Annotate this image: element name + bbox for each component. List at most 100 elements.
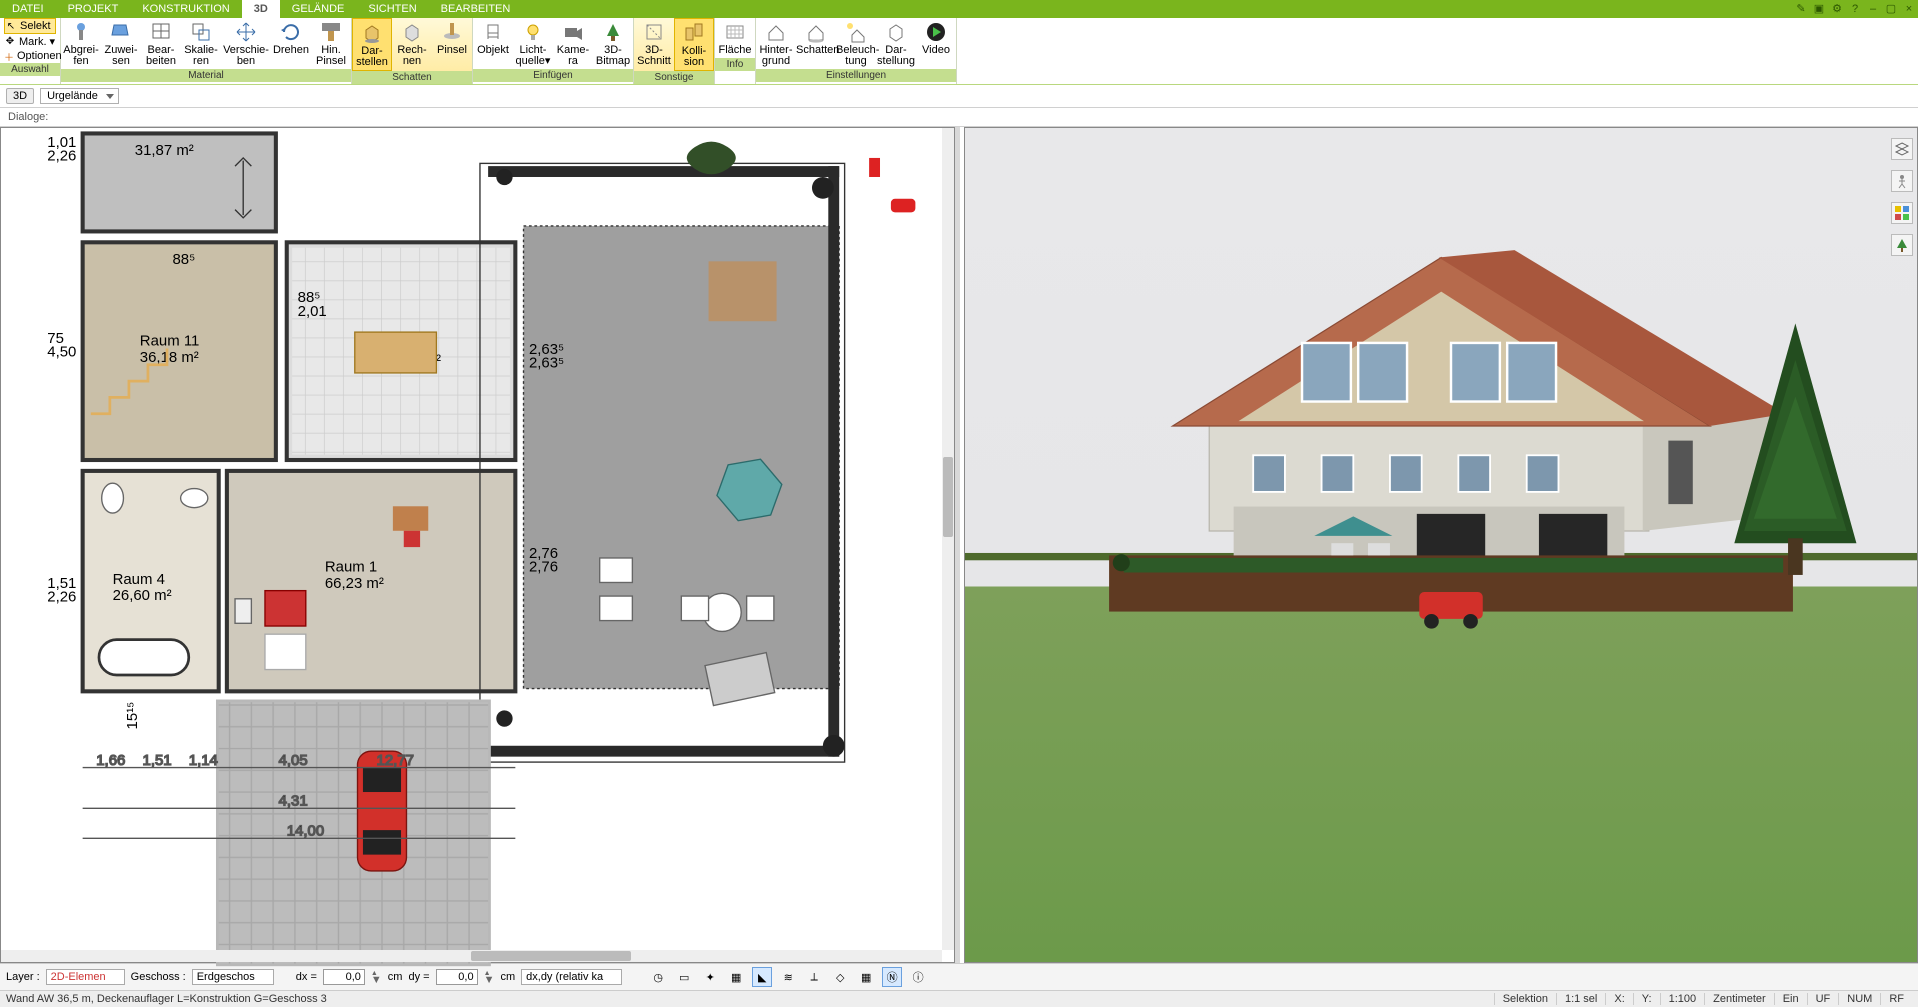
drehen-button[interactable]: Drehen [271,18,311,69]
group-auswahl: ↖Selekt ✥Mark.▾ ＋Optionen Auswahl [0,18,61,84]
layers-icon[interactable] [1891,138,1913,160]
rotate-icon [277,20,305,44]
group-info: Fläche Info [715,18,756,84]
svg-text:4,50: 4,50 [47,344,76,361]
mark-icon: ✥ [4,36,16,48]
svg-text:31,87 m²: 31,87 m² [135,142,194,159]
bitmap-button[interactable]: 3D- Bitmap [593,18,633,69]
walk-icon[interactable] [1891,170,1913,192]
darstellung-button[interactable]: Dar- stellung [876,18,916,69]
svg-text:1,51: 1,51 [143,752,172,769]
svg-text:88⁵: 88⁵ [172,251,195,268]
group-label: Einfügen [473,69,633,82]
svg-text:12,77: 12,77 [377,752,414,769]
selekt-button[interactable]: ↖Selekt [4,18,56,34]
svg-text:1,66: 1,66 [96,752,125,769]
layer-label: Layer : [6,971,40,983]
svg-text:66,23 m²: 66,23 m² [325,575,384,592]
optionen-button[interactable]: ＋Optionen [4,49,56,63]
skalieren-button[interactable]: Skalie- ren [181,18,221,69]
window-icon[interactable]: ▣ [1810,0,1828,18]
group-material: Abgrei- fen Zuwei- sen Bear- beiten Skal… [61,18,352,84]
objekt-button[interactable]: Objekt [473,18,513,69]
hinpinsel-button[interactable]: Hin. Pinsel [311,18,351,69]
group-label: Info [715,58,755,71]
bearbeiten-button[interactable]: Bear- beiten [141,18,181,69]
svg-text:Raum 11: Raum 11 [140,333,200,350]
tab-gelaende[interactable]: GELÄNDE [280,0,357,18]
tab-bearbeiten[interactable]: BEARBEITEN [429,0,523,18]
flaeche-button[interactable]: Fläche [715,18,755,58]
video-button[interactable]: Video [916,18,956,69]
view-select[interactable]: Urgelände [40,88,119,104]
tab-sichten[interactable]: SICHTEN [356,0,428,18]
schatten-button[interactable]: Schatten [796,18,836,69]
group-sonstige: 3D- Schnitt Kolli- sion Sonstige [634,18,715,84]
beleuchtung-button[interactable]: Beleuch- tung [836,18,876,69]
rechnen-button[interactable]: Rech- nen [392,18,432,71]
status-scale: 1:100 [1660,993,1705,1005]
brush-icon [317,20,345,44]
scroll-vertical[interactable] [942,128,954,950]
minimize-icon[interactable]: – [1864,0,1882,18]
shadow-brush-icon [438,20,466,44]
kamera-button[interactable]: Kame- ra [553,18,593,69]
render-icon [882,20,910,44]
section-icon [640,20,668,44]
svg-text:4,05: 4,05 [279,752,308,769]
close-icon[interactable]: × [1900,0,1918,18]
settings-icon[interactable]: ⚙ [1828,0,1846,18]
svg-text:1,14: 1,14 [189,752,218,769]
svg-text:2,01: 2,01 [298,303,327,320]
collision-icon [680,21,708,45]
svg-text:2,26: 2,26 [47,148,76,165]
help-icon[interactable]: ? [1846,0,1864,18]
lichtquelle-button[interactable]: Licht- quelle▾ [513,18,553,69]
eyedropper-icon [67,20,95,44]
tree-tool-icon[interactable] [1891,234,1913,256]
abgreifen-button[interactable]: Abgrei- fen [61,18,101,69]
house-bg-icon [762,20,790,44]
view-mode-tag[interactable]: 3D [6,88,34,104]
menu-tabs: DATEI PROJEKT KONSTRUKTION 3D GELÄNDE SI… [0,0,1918,18]
mark-button[interactable]: ✥Mark.▾ [4,34,56,49]
status-x: X: [1605,993,1632,1005]
tree-icon [599,20,627,44]
svg-text:2,26: 2,26 [47,589,76,606]
svg-text:26,60 m²: 26,60 m² [113,587,172,604]
tab-datei[interactable]: DATEI [0,0,56,18]
ribbon: ↖Selekt ✥Mark.▾ ＋Optionen Auswahl Abgrei… [0,18,1918,85]
tab-projekt[interactable]: PROJEKT [56,0,131,18]
pencil-icon[interactable]: ✎ [1792,0,1810,18]
svg-text:2,76: 2,76 [529,559,558,576]
pinsel-button[interactable]: Pinsel [432,18,472,71]
zuweisen-button[interactable]: Zuwei- sen [101,18,141,69]
tab-3d[interactable]: 3D [242,0,280,18]
svg-text:14,00: 14,00 [287,823,324,840]
unit-cm2: cm [500,971,515,983]
darstellen-button[interactable]: Dar- stellen [352,18,392,71]
maximize-icon[interactable]: ▢ [1882,0,1900,18]
view-3d-pane[interactable] [964,127,1918,963]
view-bar: 3D Urgelände [0,85,1918,108]
splitter[interactable] [955,127,960,963]
svg-text:4,31: 4,31 [279,793,308,810]
side-toolbar [1891,138,1913,256]
kollision-button[interactable]: Kolli- sion [674,18,714,71]
scroll-horizontal[interactable] [1,950,942,962]
verschieben-button[interactable]: Verschie- ben [221,18,271,69]
status-y: Y: [1633,993,1660,1005]
hintergrund-button[interactable]: Hinter- grund [756,18,796,69]
play-icon [922,20,950,44]
render-3d [965,128,1917,885]
floor-plan: 1,01 2,26 75 4,50 1,51 2,26 31,87 m² Rau… [1,128,953,972]
palette-icon[interactable] [1891,202,1913,224]
plus-icon: ＋ [4,50,14,62]
tab-konstruktion[interactable]: KONSTRUKTION [130,0,241,18]
bulb-icon [519,20,547,44]
schnitt-button[interactable]: 3D- Schnitt [634,18,674,71]
dialog-bar: Dialoge: [0,108,1918,127]
house-light-icon [842,20,870,44]
status-text: Wand AW 36,5 m, Deckenauflager L=Konstru… [6,993,327,1005]
plan-2d-pane[interactable]: 1,01 2,26 75 4,50 1,51 2,26 31,87 m² Rau… [0,127,955,963]
